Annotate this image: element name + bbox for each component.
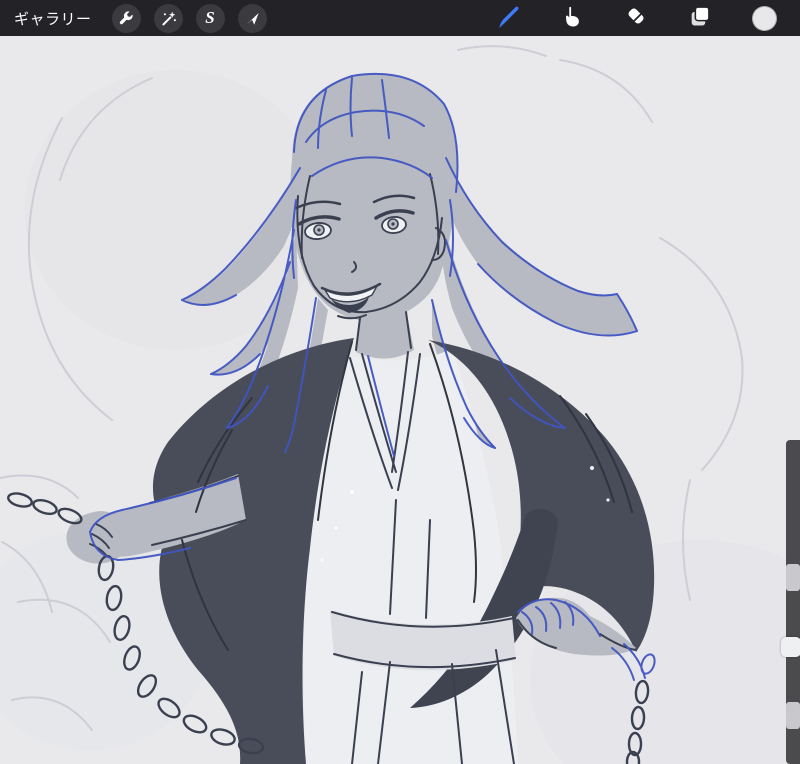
selection-button[interactable]: S bbox=[195, 3, 225, 33]
layers-icon bbox=[688, 4, 712, 33]
top-toolbar: ギャラリー S bbox=[0, 0, 800, 36]
paintbrush-icon bbox=[495, 3, 521, 34]
smudge-finger-icon bbox=[560, 4, 584, 33]
gallery-button[interactable]: ギャラリー bbox=[14, 8, 92, 29]
transform-button[interactable] bbox=[237, 3, 267, 33]
paint-tool-group bbox=[494, 4, 786, 32]
drawing-canvas[interactable] bbox=[0, 36, 800, 764]
modify-button[interactable] bbox=[781, 637, 800, 657]
opacity-slider[interactable] bbox=[786, 702, 800, 729]
actions-button[interactable] bbox=[111, 3, 141, 33]
eraser-icon bbox=[624, 4, 648, 33]
selection-s-icon: S bbox=[205, 7, 215, 27]
artwork-sketch bbox=[0, 45, 800, 764]
erase-button[interactable] bbox=[622, 4, 650, 32]
brush-size-slider[interactable] bbox=[786, 564, 800, 591]
color-swatch-circle bbox=[751, 5, 777, 31]
smudge-button[interactable] bbox=[558, 4, 586, 32]
adjustments-button[interactable] bbox=[153, 3, 183, 33]
wrench-icon bbox=[118, 10, 135, 27]
procreate-window: ギャラリー S bbox=[0, 0, 800, 764]
canvas-sidebar bbox=[781, 440, 800, 764]
color-button[interactable] bbox=[750, 4, 778, 32]
transform-arrow-icon bbox=[244, 10, 261, 27]
paint-button[interactable] bbox=[494, 4, 522, 32]
layers-button[interactable] bbox=[686, 4, 714, 32]
magic-wand-icon bbox=[160, 10, 177, 27]
